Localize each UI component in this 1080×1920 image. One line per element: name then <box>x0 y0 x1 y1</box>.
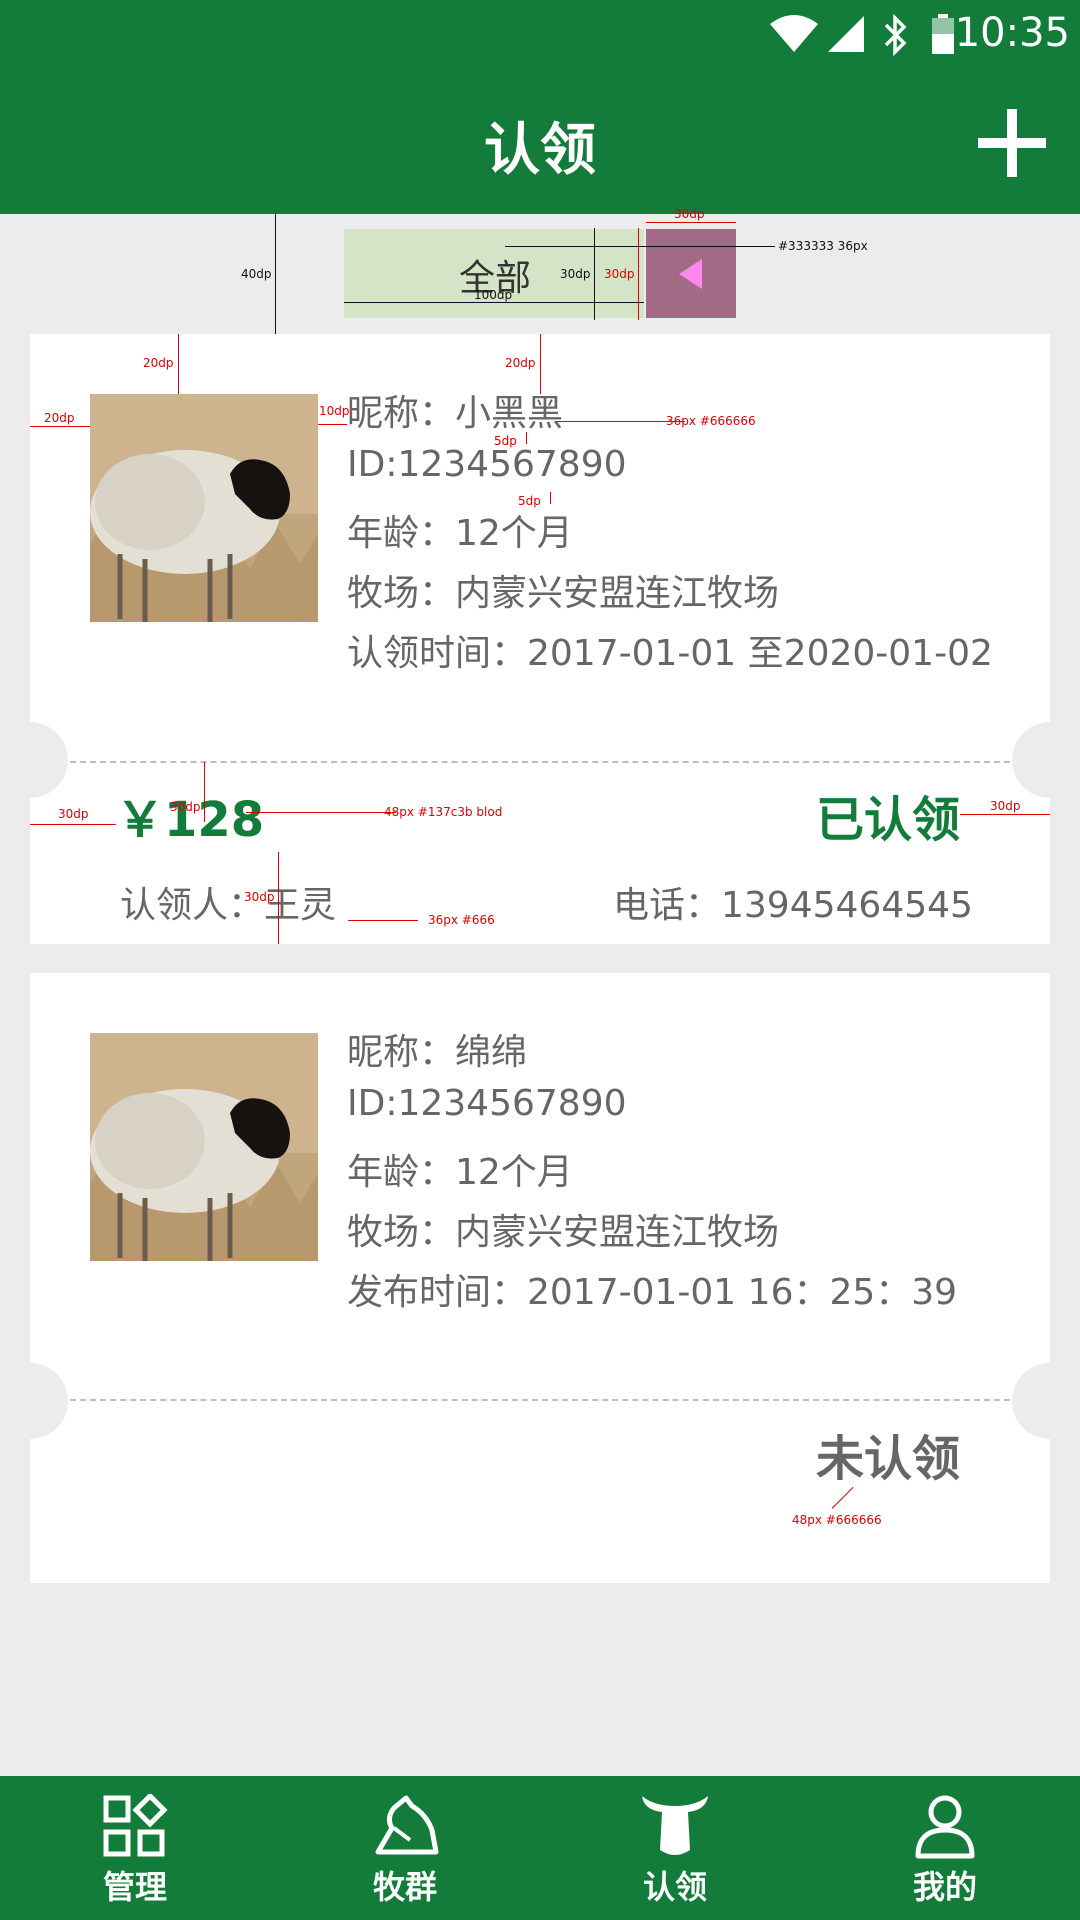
annotation-line <box>278 852 279 944</box>
sheep-id: ID:1234567890 <box>347 1083 627 1124</box>
annotation-line <box>526 432 527 444</box>
annotation-label: 30dp <box>990 799 1021 813</box>
annotation-line <box>204 762 205 822</box>
annotation-label: 30dp <box>58 807 89 821</box>
claimant-phone: 电话：13945464545 <box>613 885 973 926</box>
nav-label: 我的 <box>912 1868 977 1906</box>
sheep-photo <box>90 1033 318 1261</box>
app-header: 10:35 认领 <box>0 0 1080 214</box>
nav-label: 认领 <box>642 1868 707 1906</box>
annotation-line <box>348 920 418 921</box>
wifi-icon <box>770 15 818 52</box>
annotation-label: #333333 36px <box>778 239 868 253</box>
nav-label: 管理 <box>102 1868 167 1906</box>
annotation-line <box>646 222 736 223</box>
status-badge: 未认领 <box>815 1431 960 1487</box>
annotation-label: 10dp <box>319 404 350 418</box>
sheep-ranch: 牧场：内蒙兴安盟连江牧场 <box>347 1212 780 1253</box>
annotation-label: 5dp <box>494 434 517 448</box>
claimant-name: 认领人：王灵 <box>120 885 337 926</box>
sheep-ranch: 牧场：内蒙兴安盟连江牧场 <box>347 573 780 614</box>
horse-head-icon <box>375 1795 439 1855</box>
nav-item-adopt[interactable]: 认领 <box>540 1776 810 1920</box>
nav-item-manage[interactable]: 管理 <box>0 1776 270 1920</box>
annotation-label: 20dp <box>143 356 174 370</box>
annotation-line <box>594 228 595 320</box>
user-icon <box>915 1795 975 1859</box>
annotation-label: 30dp <box>170 800 201 814</box>
annotation-line <box>960 814 1050 815</box>
annotation-label: 100dp <box>474 288 513 302</box>
nav-label: 牧群 <box>372 1868 437 1906</box>
annotation-label: 48px #666666 <box>792 1513 882 1527</box>
status-badge: 已认领 <box>815 792 960 848</box>
annotation-line <box>550 492 551 504</box>
annotation-label: 40dp <box>241 267 272 281</box>
annotation-label: 30dp <box>604 267 635 281</box>
ticket-notch <box>1012 1363 1080 1439</box>
bottom-nav: 管理 牧群 认领 我的 <box>0 1776 1080 1920</box>
annotation-line <box>505 246 775 247</box>
annotation-label: 30dp <box>674 207 705 221</box>
adoption-card[interactable]: 昵称：绵绵 ID:1234567890 年龄：12个月 牧场：内蒙兴安盟连江牧场… <box>0 973 1080 1583</box>
annotation-label: 36px #666 <box>428 913 495 927</box>
cow-head-icon <box>642 1796 708 1855</box>
bluetooth-icon <box>884 14 907 56</box>
sheep-nickname: 昵称：小黑黑 <box>347 393 564 434</box>
annotation-line <box>318 424 347 425</box>
status-bar: 10:35 <box>0 0 1080 70</box>
clock: 10:35 <box>954 10 1070 56</box>
filter-toggle-button[interactable] <box>646 229 736 318</box>
annotation-line <box>275 214 276 334</box>
signal-icon <box>828 16 864 52</box>
grid-diamond-icon <box>103 1794 168 1857</box>
page-title: 认领 <box>484 118 596 183</box>
annotation-line <box>831 1486 854 1509</box>
ticket-notch <box>0 722 68 798</box>
sheep-age: 年龄：12个月 <box>347 513 573 554</box>
sheep-nickname: 昵称：绵绵 <box>347 1032 528 1073</box>
divider <box>70 1399 1010 1401</box>
annotation-line <box>30 824 116 825</box>
adoption-card[interactable]: 昵称：小黑黑 ID:1234567890 年龄：12个月 牧场：内蒙兴安盟连江牧… <box>0 334 1080 944</box>
annotation-line <box>344 302 644 303</box>
sheep-age: 年龄：12个月 <box>347 1152 573 1193</box>
filter-dropdown[interactable]: 全部 <box>344 229 736 318</box>
adoption-time: 认领时间：2017-01-01 至2020-01-02 <box>347 633 993 674</box>
annotation-line <box>246 812 396 813</box>
annotation-line <box>638 228 639 320</box>
price: ￥128 <box>116 792 265 848</box>
annotation-label: 5dp <box>518 494 541 508</box>
filter-label-box[interactable]: 全部 <box>344 229 644 318</box>
annotation-label: 48px #137c3b blod <box>384 805 503 819</box>
nav-item-profile[interactable]: 我的 <box>810 1776 1080 1920</box>
publish-time: 发布时间：2017-01-01 16：25：39 <box>347 1272 958 1313</box>
annotation-label: 20dp <box>505 356 536 370</box>
annotation-label: 30dp <box>560 267 591 281</box>
annotation-label: 30dp <box>244 890 275 904</box>
annotation-label: 36px #666666 <box>666 414 756 428</box>
annotation-label: 20dp <box>44 411 75 425</box>
divider <box>70 761 1010 763</box>
annotation-line <box>178 334 179 394</box>
nav-item-herd[interactable]: 牧群 <box>270 1776 540 1920</box>
caret-left-icon <box>679 259 702 289</box>
ticket-notch <box>0 1363 68 1439</box>
sheep-photo <box>90 394 318 622</box>
sheep-id: ID:1234567890 <box>347 444 627 485</box>
annotation-line <box>30 426 90 427</box>
annotation-line <box>540 334 541 394</box>
battery-icon <box>932 14 954 54</box>
ticket-notch <box>1012 722 1080 798</box>
add-button[interactable] <box>974 105 1050 181</box>
